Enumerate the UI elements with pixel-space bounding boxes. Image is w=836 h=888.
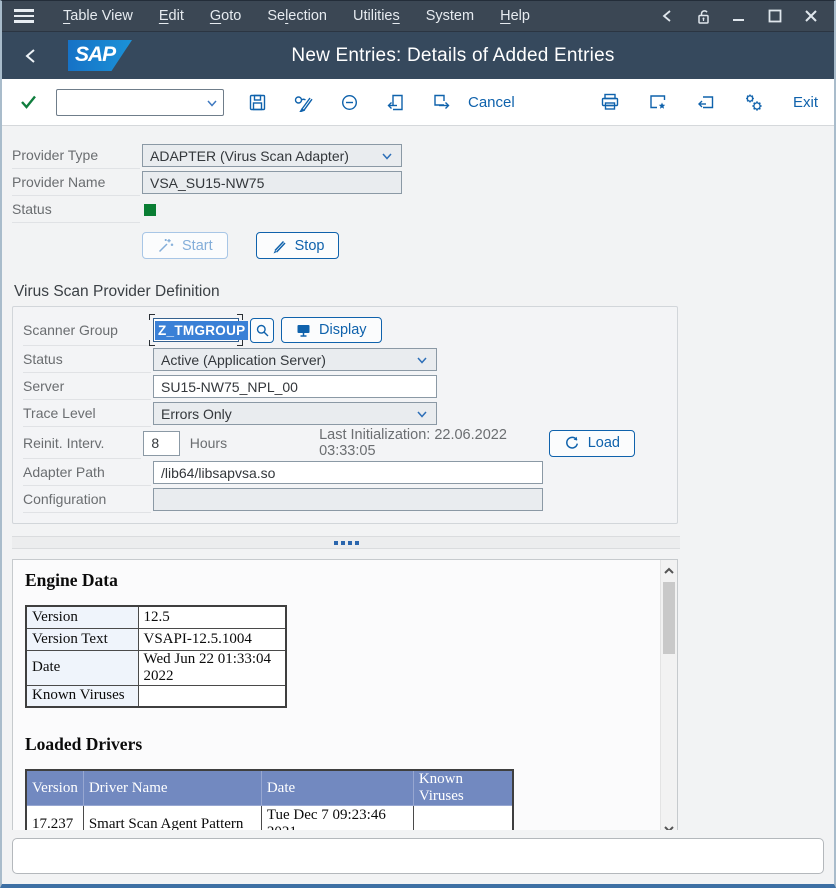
status-message-field[interactable] — [12, 838, 824, 874]
engine-data-title: Engine Data — [25, 570, 677, 591]
table-row: 17.237 Smart Scan Agent Pattern Tue Dec … — [26, 806, 513, 831]
adapter-path-label: Adapter Path — [23, 459, 151, 486]
menu-system[interactable]: System — [413, 1, 487, 31]
stop-button[interactable]: Stop — [256, 232, 340, 259]
trace-level-dropdown[interactable]: Errors Only — [153, 402, 437, 425]
unlock-icon[interactable] — [692, 5, 714, 27]
menu-goto[interactable]: Goto — [197, 1, 254, 31]
load-button[interactable]: Load — [549, 430, 635, 457]
menu-edit[interactable]: Edit — [146, 1, 197, 31]
definition-status-dropdown[interactable]: Active (Application Server) — [153, 348, 437, 371]
scanner-group-input[interactable]: Z_TMGROUP — [153, 318, 239, 342]
definition-status-label: Status — [23, 346, 151, 373]
back-chevron-icon[interactable] — [20, 45, 42, 67]
scroll-up-icon[interactable] — [661, 562, 677, 580]
menu-selection[interactable]: Selection — [254, 1, 340, 31]
menu-bar: Table View Edit Goto Selection Utilities… — [2, 1, 834, 32]
menu-table-view[interactable]: Table View — [50, 1, 146, 31]
command-field[interactable] — [57, 90, 223, 115]
loaded-drivers-table: Version Driver Name Date Known Viruses 1… — [25, 769, 514, 830]
menu-items: Table View Edit Goto Selection Utilities… — [50, 1, 543, 31]
scanner-group-label: Scanner Group — [23, 314, 151, 346]
table-header-row: Version Driver Name Date Known Viruses — [26, 770, 513, 806]
trace-level-label: Trace Level — [23, 400, 151, 427]
scrollbar-thumb[interactable] — [663, 582, 675, 654]
configuration-field[interactable] — [153, 488, 543, 511]
status-label: Status — [12, 196, 140, 223]
last-initialization-text: Last Initialization: 22.06.2022 03:33:05 — [319, 427, 549, 459]
chevron-down-icon — [415, 353, 429, 367]
print-icon[interactable] — [599, 91, 621, 113]
display-change-icon[interactable] — [292, 91, 314, 113]
minimize-button[interactable] — [728, 5, 750, 27]
app-toolbar: Cancel — [2, 79, 834, 126]
provider-name-label: Provider Name — [12, 169, 140, 196]
chevron-down-icon — [415, 407, 429, 421]
close-button[interactable] — [800, 5, 822, 27]
command-field-wrap — [56, 89, 224, 116]
back-page-icon[interactable] — [384, 91, 406, 113]
minus-circle-icon[interactable] — [338, 91, 360, 113]
provider-name-field[interactable]: VSA_SU15-NW75 — [142, 171, 402, 194]
server-label: Server — [23, 373, 151, 400]
reinit-interval-input[interactable]: 8 — [143, 431, 179, 456]
engine-data-panel: Engine Data Version12.5 Version TextVSAP… — [12, 559, 678, 830]
splitter-handle[interactable] — [12, 536, 680, 549]
chevron-left-icon[interactable] — [656, 5, 678, 27]
vertical-scrollbar[interactable] — [660, 560, 677, 830]
menu-help[interactable]: Help — [487, 1, 543, 31]
value-help-search-icon[interactable] — [250, 318, 274, 343]
display-button[interactable]: Display — [281, 317, 382, 343]
start-button[interactable]: Start — [142, 232, 228, 259]
new-session-icon[interactable] — [695, 91, 717, 113]
configuration-label: Configuration — [23, 486, 151, 513]
save-icon[interactable] — [246, 91, 268, 113]
settings-gears-icon[interactable] — [743, 91, 765, 113]
sap-gui-window: Table View Edit Goto Selection Utilities… — [0, 0, 836, 888]
exit-page-icon[interactable] — [430, 91, 452, 113]
scanner-group-focus: Z_TMGROUP — [149, 314, 243, 346]
provider-type-label: Provider Type — [12, 142, 140, 169]
provider-type-dropdown[interactable]: ADAPTER (Virus Scan Adapter) — [142, 144, 402, 167]
chevron-down-icon[interactable] — [205, 96, 219, 110]
exit-button[interactable]: Exit — [793, 94, 818, 111]
status-green-indicator — [144, 204, 156, 216]
chevron-down-icon — [380, 149, 394, 163]
content-area: Provider Type ADAPTER (Virus Scan Adapte… — [2, 126, 834, 830]
cancel-button[interactable]: Cancel — [468, 94, 515, 111]
server-field[interactable]: SU15-NW75_NPL_00 — [153, 375, 437, 398]
definition-groupbox: Scanner Group Z_TMGROUP Displa — [12, 306, 678, 524]
hours-unit-label: Hours — [190, 435, 227, 451]
menu-utilities[interactable]: Utilities — [340, 1, 413, 31]
loaded-drivers-title: Loaded Drivers — [25, 734, 677, 755]
maximize-button[interactable] — [764, 5, 786, 27]
definition-section-title: Virus Scan Provider Definition — [14, 283, 834, 301]
hamburger-menu-icon[interactable] — [14, 9, 34, 23]
title-bar: New Entries: Details of Added Entries SA… — [2, 32, 834, 79]
enter-check-icon[interactable] — [18, 91, 40, 113]
reinit-interval-label: Reinit. Interv. — [23, 427, 141, 459]
scroll-down-icon[interactable] — [661, 820, 677, 830]
engine-data-table: Version12.5 Version TextVSAPI-12.5.1004 … — [25, 605, 287, 708]
status-bar — [2, 830, 834, 884]
shortcut-window-icon[interactable] — [647, 91, 669, 113]
page-title: New Entries: Details of Added Entries — [72, 45, 834, 67]
adapter-path-field[interactable]: /lib64/libsapvsa.so — [153, 461, 543, 484]
